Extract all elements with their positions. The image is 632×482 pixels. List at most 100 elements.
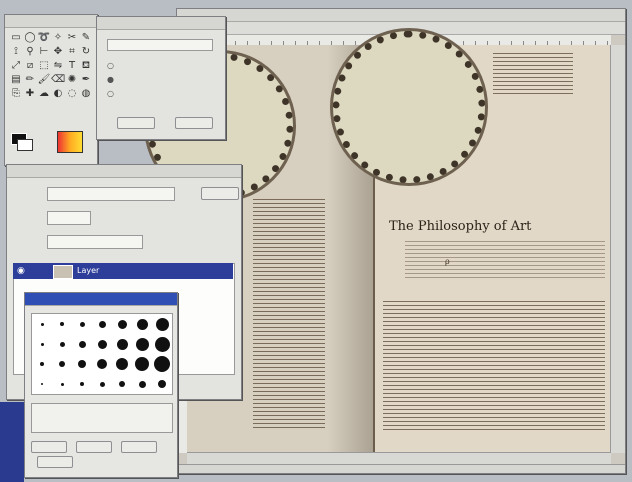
move-icon[interactable]: ✥	[51, 45, 65, 59]
brush-preset[interactable]	[32, 374, 52, 394]
paintbrush-icon[interactable]: 🖌	[37, 73, 51, 87]
visibility-eye-icon[interactable]: ◉	[17, 266, 25, 276]
dialog-field-1[interactable]	[107, 39, 213, 51]
brush-new-button[interactable]	[75, 441, 112, 453]
clone-icon[interactable]: ⎘	[9, 87, 23, 101]
brushes-titlebar[interactable]	[25, 293, 177, 306]
dialog-option-3[interactable]: ○	[107, 89, 114, 98]
brush-dot	[138, 380, 146, 388]
brush-preset[interactable]	[72, 354, 92, 374]
brush-dot	[155, 317, 169, 331]
vertical-scrollbar[interactable]	[610, 45, 625, 453]
gradient-swatch[interactable]	[57, 131, 83, 153]
page-right-body-text	[383, 301, 605, 431]
brush-preset[interactable]	[52, 314, 72, 334]
brush-preset[interactable]	[132, 354, 152, 374]
measure-icon[interactable]: ⊢	[37, 45, 51, 59]
dodge-burn-icon[interactable]: ◐	[51, 87, 65, 101]
dialog-ok-button[interactable]	[175, 117, 213, 129]
brush-edit-button[interactable]	[31, 441, 67, 453]
brush-preset[interactable]	[112, 374, 132, 394]
background-color-swatch[interactable]	[17, 139, 33, 151]
paths-icon[interactable]: ✎	[79, 31, 93, 45]
auto-button[interactable]	[201, 187, 239, 200]
layers-dock-titlebar[interactable]	[7, 165, 241, 178]
brush-preset[interactable]	[152, 314, 172, 334]
lasso-icon[interactable]: ➰	[37, 31, 51, 45]
brush-dot	[98, 320, 106, 328]
shear-icon[interactable]: ⧄	[23, 59, 37, 73]
ellipse-select-icon[interactable]: ◯	[23, 31, 37, 45]
brushes-dialog	[24, 292, 178, 478]
layer-mode-dropdown[interactable]	[47, 211, 91, 225]
scale-icon[interactable]: ⤢	[9, 59, 23, 73]
layer-opacity-field[interactable]	[47, 235, 143, 249]
eraser-icon[interactable]: ⌫	[51, 73, 65, 87]
brush-preset[interactable]	[112, 354, 132, 374]
magic-wand-icon[interactable]: ✧	[51, 31, 65, 45]
rotate-icon[interactable]: ↻	[79, 45, 93, 59]
dialog-option-1[interactable]: ○	[107, 61, 114, 70]
rect-select-icon[interactable]: ▭	[9, 31, 23, 45]
brush-dot	[80, 382, 84, 386]
blend-icon[interactable]: ▤	[9, 73, 23, 87]
brush-preset[interactable]	[152, 374, 172, 394]
taskbar[interactable]	[0, 402, 24, 482]
brush-preset[interactable]	[92, 334, 112, 354]
crop-icon[interactable]: ⌗	[65, 45, 79, 59]
foreground-select-icon[interactable]: ◍	[79, 87, 93, 101]
brush-preset[interactable]	[92, 314, 112, 334]
toolbox-titlebar[interactable]	[5, 15, 97, 28]
brush-preset[interactable]	[132, 374, 152, 394]
brush-preset[interactable]	[112, 314, 132, 334]
color-swatches[interactable]	[11, 133, 33, 151]
brush-dot	[59, 341, 65, 347]
perspective-icon[interactable]: ⬚	[37, 59, 51, 73]
brush-preset[interactable]	[132, 314, 152, 334]
heal-icon[interactable]: ✚	[23, 87, 37, 101]
brush-dot	[154, 336, 170, 352]
brush-dot	[116, 358, 128, 370]
brush-delete-button[interactable]	[120, 441, 157, 453]
zoom-icon[interactable]: ⚲	[23, 45, 37, 59]
flip-icon[interactable]: ⇋	[51, 59, 65, 73]
brush-preset[interactable]	[72, 314, 92, 334]
scanned-page-right[interactable]: The Philosophy of Art ρ	[333, 31, 611, 453]
brush-refresh-button[interactable]	[37, 456, 73, 468]
brush-preset[interactable]	[52, 354, 72, 374]
image-window-titlebar[interactable]	[177, 9, 625, 22]
dialog-cancel-button[interactable]	[117, 117, 155, 129]
brush-dot	[60, 382, 64, 386]
brush-preset[interactable]	[112, 334, 132, 354]
brushes-footer	[31, 441, 171, 471]
convolve-icon[interactable]: ◌	[65, 87, 79, 101]
brush-preset[interactable]	[32, 354, 52, 374]
brush-preset[interactable]	[52, 374, 72, 394]
layer-row[interactable]: ◉ Layer	[13, 263, 233, 279]
brush-preset[interactable]	[92, 374, 112, 394]
brush-preset[interactable]	[32, 334, 52, 354]
brush-dot	[78, 360, 86, 368]
ink-icon[interactable]: ✒	[79, 73, 93, 87]
brush-dot	[99, 381, 105, 387]
dialog-option-2[interactable]: ●	[107, 75, 114, 84]
brush-preset[interactable]	[32, 314, 52, 334]
dialog-titlebar[interactable]	[97, 17, 225, 30]
color-picker-icon[interactable]: ⟟	[9, 45, 23, 59]
image-selector[interactable]	[47, 187, 175, 201]
brush-preset[interactable]	[152, 334, 172, 354]
airbrush-icon[interactable]: ✺	[65, 73, 79, 87]
pencil-icon[interactable]: ✏	[23, 73, 37, 87]
brush-preset[interactable]	[72, 334, 92, 354]
scissors-icon[interactable]: ✂	[65, 31, 79, 45]
brush-dot	[158, 380, 166, 388]
brush-preset[interactable]	[132, 334, 152, 354]
brush-preset[interactable]	[52, 334, 72, 354]
brush-spacing-area[interactable]	[31, 403, 173, 433]
brush-preset[interactable]	[152, 354, 172, 374]
bucket-fill-icon[interactable]: ⛾	[79, 59, 93, 73]
smudge-icon[interactable]: ☁	[37, 87, 51, 101]
brush-preset[interactable]	[92, 354, 112, 374]
brush-preset[interactable]	[72, 374, 92, 394]
text-icon[interactable]: T	[65, 59, 79, 73]
